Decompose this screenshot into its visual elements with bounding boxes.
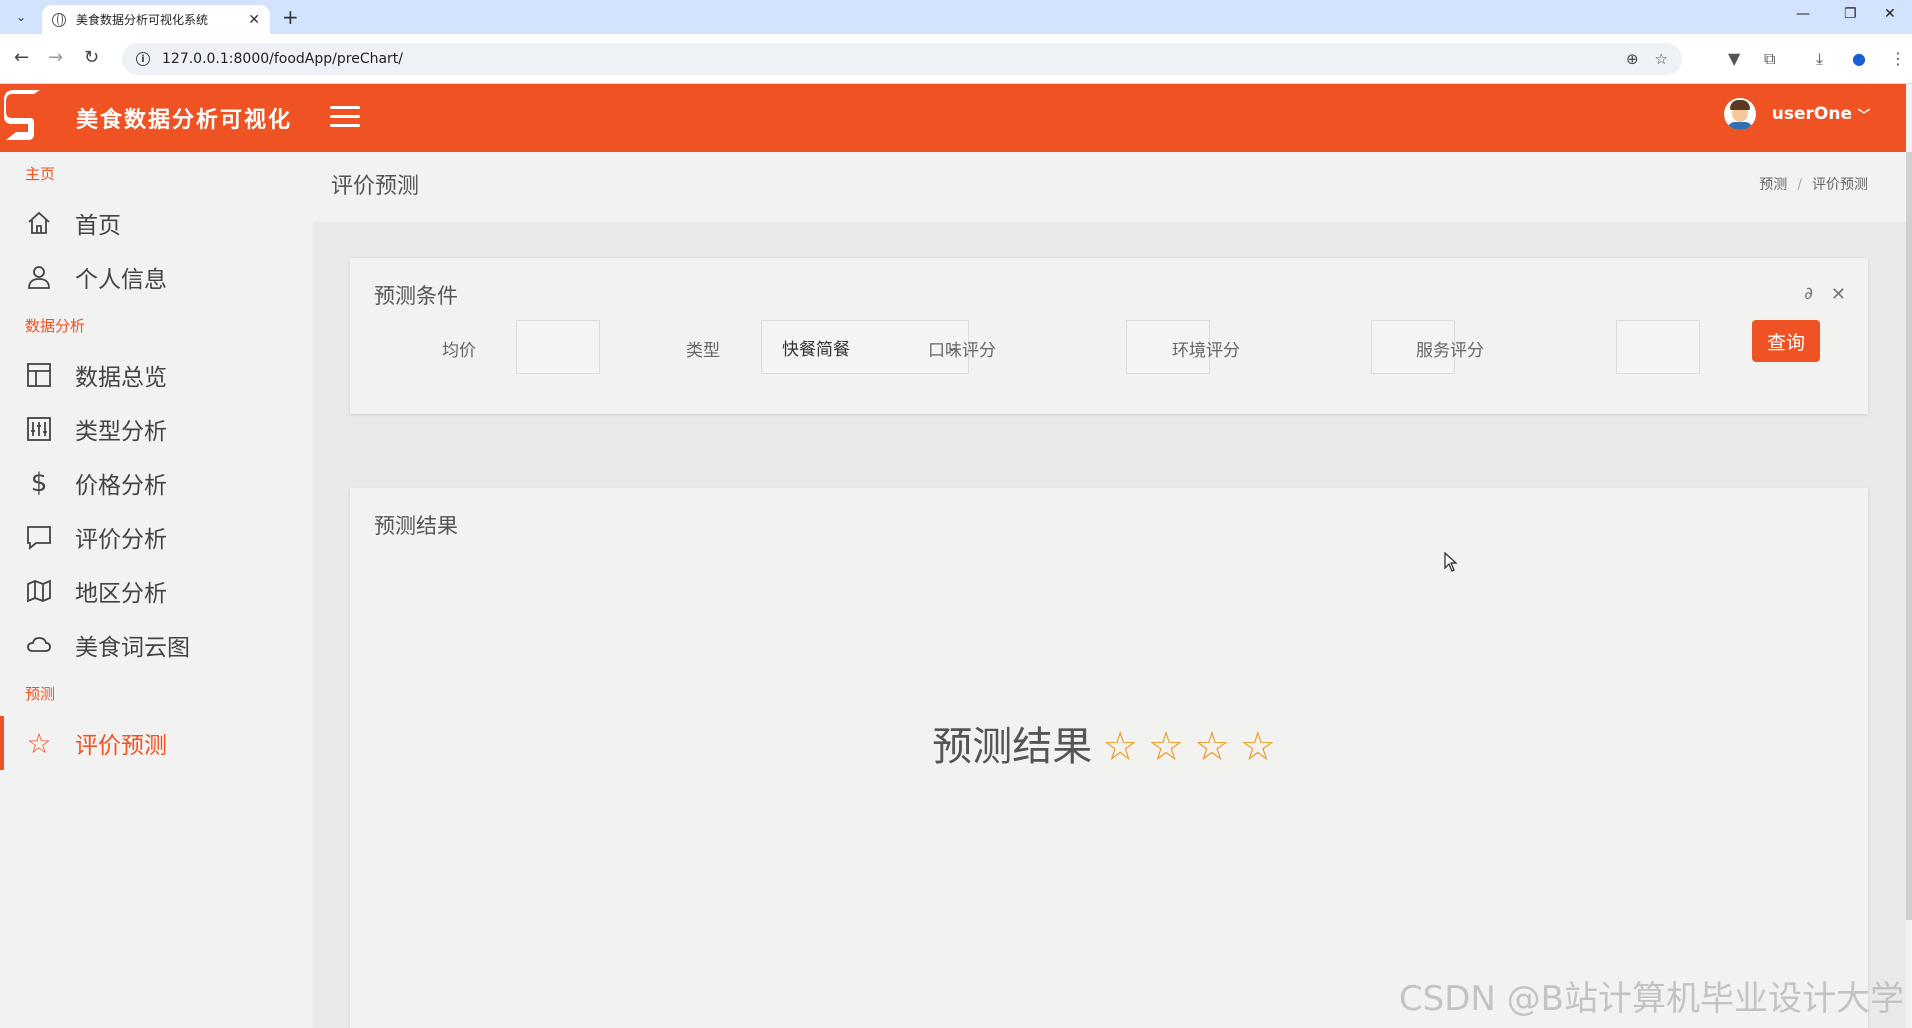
close-icon[interactable]: ✕: [1831, 284, 1846, 305]
service-input[interactable]: [1616, 320, 1700, 374]
sidebar-section-predict: 预测: [25, 685, 56, 703]
tab-title: 美食数据分析可视化系统: [76, 13, 209, 27]
app-title: 美食数据分析可视化: [76, 108, 293, 133]
main-content: 预测条件 ∂ ✕ 均价 类型 快餐简餐 ⌄ 口味评分 环境评分 服务评分 查询 …: [313, 222, 1906, 1028]
conditions-card: 预测条件 ∂ ✕ 均价 类型 快餐简餐 ⌄ 口味评分 环境评分 服务评分 查询: [350, 258, 1868, 414]
sidebar-item-label: 个人信息: [75, 267, 167, 293]
sidebar-item-label: 评价分析: [75, 527, 167, 553]
url-text[interactable]: 127.0.0.1:8000/foodApp/preChart/: [162, 51, 1610, 67]
sidebar-item-rating-predict[interactable]: ☆ 评价预测: [0, 716, 313, 770]
sidebar-item-label: 数据总览: [75, 365, 167, 391]
sidebar-item-review-analysis[interactable]: 评价分析: [0, 510, 313, 564]
scrollbar[interactable]: [1906, 152, 1912, 920]
extensions-puzzle-icon[interactable]: ⧉: [1764, 49, 1775, 69]
zoom-icon[interactable]: ⊕: [1626, 50, 1639, 68]
home-icon: [25, 209, 53, 237]
address-bar[interactable]: i 127.0.0.1:8000/foodApp/preChart/ ⊕ ☆: [122, 43, 1682, 75]
query-button[interactable]: 查询: [1752, 320, 1820, 362]
sidebar-item-price-analysis[interactable]: $ 价格分析: [0, 456, 313, 510]
menu-toggle-icon[interactable]: [330, 106, 360, 130]
browser-tabbar: ⌄ 美食数据分析可视化系统 ✕ + — ❐ ✕: [0, 0, 1912, 34]
extension-filter-icon[interactable]: ▼: [1728, 49, 1740, 68]
reload-icon[interactable]: ↻: [84, 48, 99, 68]
bookmark-star-icon[interactable]: ☆: [1655, 50, 1668, 68]
close-window-button[interactable]: ✕: [1884, 6, 1896, 22]
message-icon: [25, 523, 53, 551]
avg-price-label: 均价: [442, 341, 476, 361]
avatar: [1723, 98, 1756, 130]
minimize-button[interactable]: —: [1796, 6, 1810, 22]
map-icon: [25, 577, 53, 605]
avg-price-input[interactable]: [516, 320, 600, 374]
sidebar-item-label: 类型分析: [75, 419, 167, 445]
site-info-icon[interactable]: i: [136, 52, 150, 66]
profile-icon[interactable]: ●: [1852, 49, 1866, 68]
restore-button[interactable]: ❐: [1844, 6, 1857, 22]
logo-icon: [4, 90, 40, 140]
breadcrumb-separator: /: [1797, 177, 1802, 193]
breadcrumb: 预测 / 评价预测: [1759, 174, 1868, 194]
breadcrumb-item: 评价预测: [1812, 177, 1868, 193]
result-title: 预测结果: [374, 514, 458, 538]
tab-list-button[interactable]: ⌄: [10, 6, 32, 28]
back-icon[interactable]: ←: [14, 48, 29, 68]
browser-toolbar: ← → ↻ i 127.0.0.1:8000/foodApp/preChart/…: [0, 34, 1912, 84]
card-tools: ∂ ✕: [1804, 284, 1846, 305]
dollar-icon: $: [30, 468, 48, 498]
sidebar-section-home: 主页: [25, 165, 56, 183]
link-icon[interactable]: ∂: [1804, 284, 1813, 305]
forward-icon[interactable]: →: [48, 48, 63, 68]
page-title: 评价预测: [331, 174, 420, 199]
result-text: 预测结果: [932, 724, 1093, 770]
sidebar-item-type-analysis[interactable]: 类型分析: [0, 402, 313, 456]
username: userOne: [1771, 104, 1852, 124]
env-label: 环境评分: [1172, 341, 1240, 361]
sidebar-section-analysis: 数据分析: [25, 317, 86, 335]
cloud-icon: [25, 631, 53, 659]
sidebar: 主页 首页 个人信息 数据分析 数据总览 类型分析 $ 价格分析 评价分析 地区…: [0, 152, 313, 1028]
sliders-icon: [25, 415, 53, 443]
page-header: 评价预测 预测 / 评价预测: [313, 152, 1906, 222]
sidebar-item-label: 地区分析: [75, 581, 167, 607]
breadcrumb-item[interactable]: 预测: [1759, 177, 1787, 193]
tab-close-icon[interactable]: ✕: [248, 12, 260, 28]
rating-stars: ☆☆☆☆: [1102, 724, 1286, 770]
conditions-title: 预测条件: [374, 284, 458, 308]
browser-tab[interactable]: 美食数据分析可视化系统 ✕: [42, 5, 270, 34]
sidebar-item-region-analysis[interactable]: 地区分析: [0, 564, 313, 618]
sidebar-item-label: 首页: [75, 213, 121, 239]
result-display: 预测结果 ☆☆☆☆: [350, 714, 1868, 772]
user-menu[interactable]: userOne ﹀: [1723, 98, 1870, 130]
sidebar-item-wordcloud[interactable]: 美食词云图: [0, 618, 313, 672]
sidebar-item-label: 评价预测: [75, 733, 167, 759]
sidebar-item-home[interactable]: 首页: [0, 196, 313, 250]
download-icon[interactable]: ⤓: [1816, 49, 1823, 69]
sidebar-item-profile[interactable]: 个人信息: [0, 250, 313, 304]
user-icon: [25, 263, 53, 291]
app-header: 美食数据分析可视化 userOne ﹀: [0, 84, 1906, 152]
globe-icon: [52, 12, 66, 27]
mouse-cursor-icon: [1444, 552, 1458, 572]
result-card: 预测结果 预测结果 ☆☆☆☆: [350, 488, 1868, 1028]
sidebar-item-overview[interactable]: 数据总览: [0, 348, 313, 402]
conditions-form: 均价 类型 快餐简餐 ⌄ 口味评分 环境评分 服务评分 查询: [350, 320, 1868, 374]
new-tab-button[interactable]: +: [282, 6, 299, 28]
sidebar-item-label: 价格分析: [75, 473, 167, 499]
chevron-down-icon: ﹀: [1857, 107, 1870, 122]
layout-icon: [25, 361, 53, 389]
service-label: 服务评分: [1416, 341, 1484, 361]
star-icon: ☆: [26, 726, 52, 760]
sidebar-item-label: 美食词云图: [75, 635, 190, 661]
type-label: 类型: [686, 341, 720, 361]
taste-label: 口味评分: [928, 341, 996, 361]
watermark: CSDN @B站计算机毕业设计大学: [1398, 979, 1904, 1019]
type-selected-value: 快餐简餐: [782, 339, 850, 360]
menu-dots-icon[interactable]: ⋮: [1890, 49, 1906, 68]
